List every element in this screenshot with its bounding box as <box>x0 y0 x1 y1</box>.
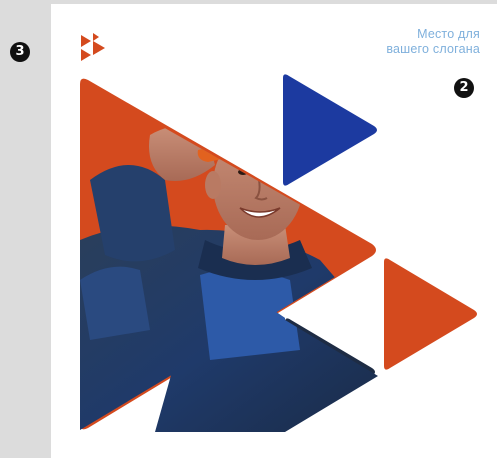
callout-marker-2: 2 <box>454 78 474 98</box>
callout-marker-3: 3 <box>10 42 30 62</box>
poster-canvas: Место для вашего слогана 3 2 <box>0 0 497 458</box>
orange-triangle-right <box>384 258 477 370</box>
slogan-text: Место для вашего слогана <box>320 27 480 57</box>
slogan-line-2: вашего слогана <box>386 42 480 56</box>
poster-artwork <box>80 74 477 432</box>
logo-triangles-icon <box>81 33 105 61</box>
blue-triangle <box>283 74 377 186</box>
slogan-line-1: Место для <box>417 27 480 41</box>
